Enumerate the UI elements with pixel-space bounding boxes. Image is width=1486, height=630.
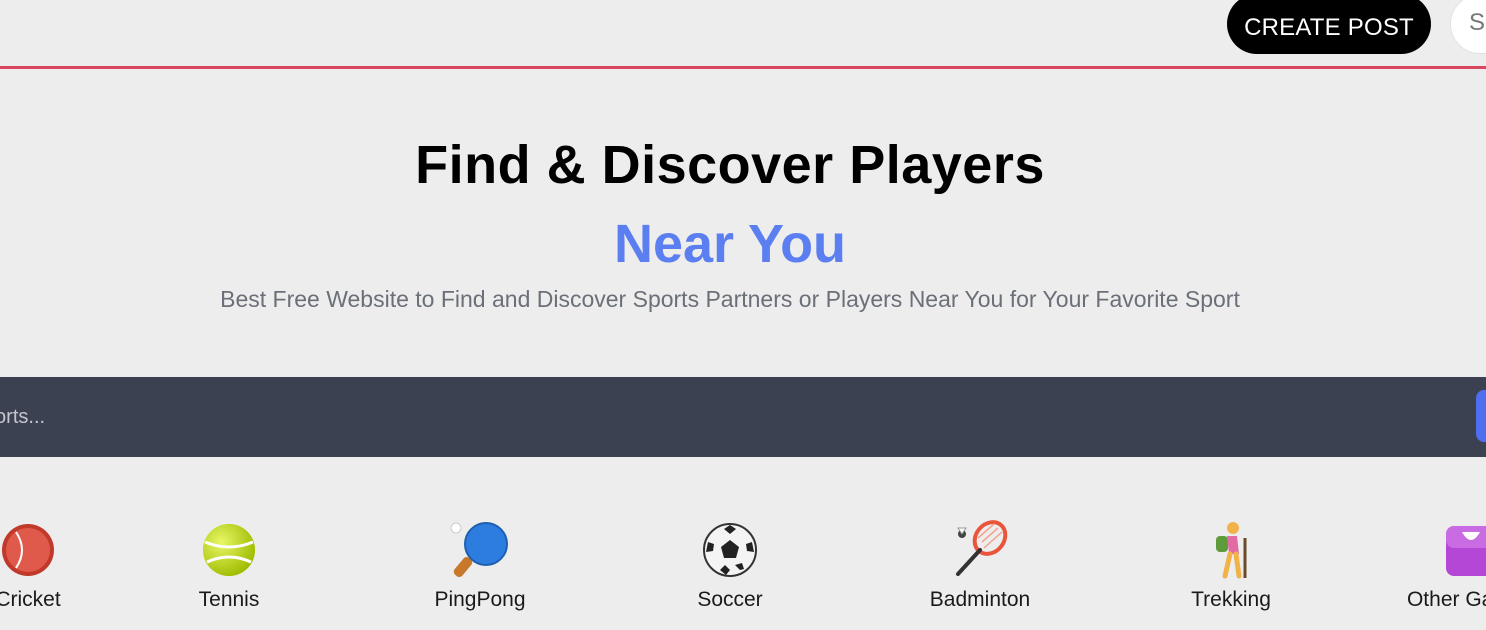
ping-pong-icon [450, 522, 508, 578]
sport-label: Badminton [929, 588, 1031, 611]
hiker-icon [1216, 522, 1247, 579]
sport-label: Tennis [198, 588, 260, 611]
hero-title: Find & Discover Players [415, 135, 1045, 195]
top-navbar: CREATE POST S [0, 0, 1486, 69]
cricket-icon [2, 524, 54, 576]
page: CREATE POST S Find & Discover Players Ne… [0, 0, 1486, 630]
sport-item-trekking[interactable]: Trekking [1151, 518, 1311, 612]
sport-item-pingpong[interactable]: PingPong [400, 518, 560, 612]
sport-label: Other Games [1406, 588, 1486, 611]
sport-label: Cricket [0, 588, 61, 611]
game-box-icon [1446, 526, 1486, 576]
sport-item-tennis[interactable]: Tennis [149, 518, 309, 612]
soccer-ball-icon [703, 523, 757, 577]
sport-item-other-games[interactable]: Other Games [1390, 518, 1486, 612]
sport-item-cricket[interactable]: Cricket [0, 518, 108, 612]
sport-label: Soccer [697, 588, 763, 611]
hero-description: Best Free Website to Find and Discover S… [220, 286, 1240, 312]
tennis-ball-icon [203, 524, 255, 576]
search-bar [0, 377, 1486, 457]
hero-subtitle: Near You [613, 214, 847, 274]
create-post-button[interactable]: CREATE POST [1227, 0, 1431, 54]
sport-label: Trekking [1191, 588, 1271, 611]
sport-label: PingPong [434, 588, 526, 611]
badminton-icon [956, 520, 1008, 576]
sport-item-soccer[interactable]: Soccer [650, 518, 810, 612]
search-button[interactable] [1476, 390, 1486, 442]
sport-item-badminton[interactable]: Badminton [900, 518, 1060, 612]
search-input[interactable] [0, 377, 1445, 457]
sign-in-button[interactable]: S [1450, 0, 1486, 54]
